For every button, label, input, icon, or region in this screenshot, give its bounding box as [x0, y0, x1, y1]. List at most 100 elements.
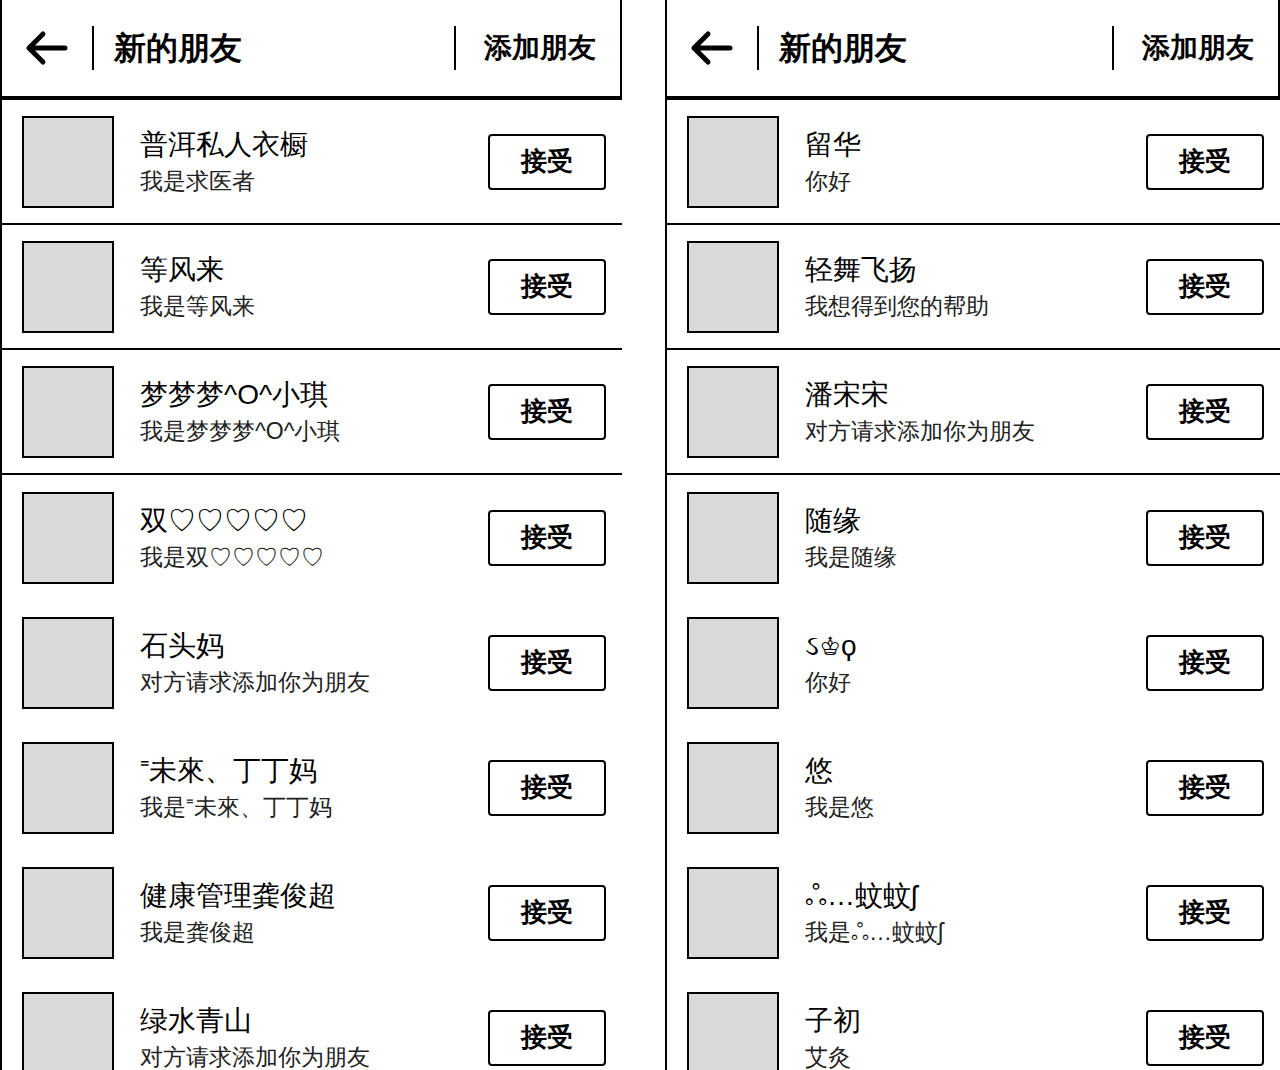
request-message: 你好 [805, 669, 1146, 697]
accept-button[interactable]: 接受 [1146, 134, 1264, 190]
avatar [687, 867, 779, 959]
request-list: 留华你好接受轻舞飞扬我想得到您的帮助接受潘宋宋对方请求添加你为朋友接受随缘我是随… [667, 100, 1280, 1070]
accept-button[interactable]: 接受 [488, 510, 606, 566]
accept-button[interactable]: 接受 [488, 1010, 606, 1066]
request-message: 艾灸 [805, 1044, 1146, 1070]
divider [454, 26, 456, 70]
phone-screen: 新的朋友添加朋友普洱私人衣橱我是求医者接受等风来我是等风来接受梦梦梦^O^小琪我… [0, 0, 622, 1070]
request-message: 我是求医者 [140, 168, 488, 196]
avatar [687, 742, 779, 834]
request-row: 石头妈对方请求添加你为朋友接受 [2, 600, 622, 725]
request-message: 对方请求添加你为朋友 [140, 669, 488, 697]
request-row: 健康管理龚俊超我是龚俊超接受 [2, 850, 622, 975]
avatar [687, 617, 779, 709]
request-row: 梦梦梦^O^小琪我是梦梦梦^O^小琪接受 [2, 350, 622, 475]
avatar [22, 241, 114, 333]
accept-button[interactable]: 接受 [1146, 760, 1264, 816]
accept-button[interactable]: 接受 [1146, 635, 1264, 691]
accept-button[interactable]: 接受 [1146, 885, 1264, 941]
request-text: ઽ♔ϙ你好 [805, 629, 1146, 696]
avatar [22, 992, 114, 1070]
avatar [687, 116, 779, 208]
friend-name: 双♡♡♡♡♡ [140, 504, 488, 538]
request-message: 对方请求添加你为朋友 [805, 418, 1146, 446]
request-text: 等风来我是等风来 [140, 253, 488, 320]
request-message: 我是随缘 [805, 544, 1146, 572]
request-row: 子初艾灸接受 [667, 975, 1280, 1070]
friend-name: 梦梦梦^O^小琪 [140, 378, 488, 412]
friend-name: 随缘 [805, 504, 1146, 538]
friend-name: ⁼未來、丁丁妈 [140, 754, 488, 788]
request-row: ஃ…蚊蚊ʃ我是ஃ…蚊蚊ʃ接受 [667, 850, 1280, 975]
request-text: ஃ…蚊蚊ʃ我是ஃ…蚊蚊ʃ [805, 879, 1146, 946]
friend-name: 潘宋宋 [805, 378, 1146, 412]
friend-name: 绿水青山 [140, 1004, 488, 1038]
request-text: 石头妈对方请求添加你为朋友 [140, 629, 488, 696]
request-row: 随缘我是随缘接受 [667, 475, 1280, 600]
accept-button[interactable]: 接受 [1146, 259, 1264, 315]
accept-button[interactable]: 接受 [488, 885, 606, 941]
request-text: 留华你好 [805, 128, 1146, 195]
request-text: 子初艾灸 [805, 1004, 1146, 1070]
header-title: 新的朋友 [114, 29, 242, 67]
request-text: 绿水青山对方请求添加你为朋友 [140, 1004, 488, 1070]
request-message: 我是梦梦梦^O^小琪 [140, 418, 488, 446]
screens: 新的朋友添加朋友普洱私人衣橱我是求医者接受等风来我是等风来接受梦梦梦^O^小琪我… [0, 0, 1280, 1070]
back-arrow-icon[interactable] [24, 28, 70, 68]
request-row: 普洱私人衣橱我是求医者接受 [2, 100, 622, 225]
request-row: 轻舞飞扬我想得到您的帮助接受 [667, 225, 1280, 350]
header-bar: 新的朋友 添加朋友 [2, 0, 622, 100]
divider [1112, 26, 1114, 70]
header-title: 新的朋友 [779, 29, 907, 67]
request-row: 潘宋宋对方请求添加你为朋友接受 [667, 350, 1280, 475]
avatar [687, 492, 779, 584]
divider [92, 26, 94, 70]
request-row: ⁼未來、丁丁妈我是⁼未來、丁丁妈接受 [2, 725, 622, 850]
accept-button[interactable]: 接受 [488, 760, 606, 816]
header-bar: 新的朋友 添加朋友 [667, 0, 1280, 100]
friend-name: 留华 [805, 128, 1146, 162]
request-text: 普洱私人衣橱我是求医者 [140, 128, 488, 195]
back-arrow-icon[interactable] [689, 28, 735, 68]
divider [757, 26, 759, 70]
request-text: 潘宋宋对方请求添加你为朋友 [805, 378, 1146, 445]
request-row: 绿水青山对方请求添加你为朋友接受 [2, 975, 622, 1070]
request-message: 你好 [805, 168, 1146, 196]
avatar [22, 116, 114, 208]
request-row: 双♡♡♡♡♡ 我是双♡♡♡♡♡接受 [2, 475, 622, 600]
friend-name: ஃ…蚊蚊ʃ [805, 879, 1146, 913]
accept-button[interactable]: 接受 [1146, 1010, 1264, 1066]
accept-button[interactable]: 接受 [1146, 510, 1264, 566]
avatar [22, 867, 114, 959]
friend-name: 等风来 [140, 253, 488, 287]
request-row: 悠我是悠接受 [667, 725, 1280, 850]
request-text: 轻舞飞扬我想得到您的帮助 [805, 253, 1146, 320]
request-text: 双♡♡♡♡♡ 我是双♡♡♡♡♡ [140, 504, 488, 571]
friend-name: 子初 [805, 1004, 1146, 1038]
avatar [687, 366, 779, 458]
friend-name: 普洱私人衣橱 [140, 128, 488, 162]
request-row: 等风来我是等风来接受 [2, 225, 622, 350]
avatar [22, 617, 114, 709]
friend-name: 轻舞飞扬 [805, 253, 1146, 287]
avatar [687, 992, 779, 1070]
accept-button[interactable]: 接受 [488, 259, 606, 315]
add-friend-button[interactable]: 添加朋友 [1142, 31, 1254, 65]
request-text: 悠我是悠 [805, 754, 1146, 821]
avatar [687, 241, 779, 333]
avatar [22, 366, 114, 458]
accept-button[interactable]: 接受 [488, 384, 606, 440]
request-message: 我想得到您的帮助 [805, 293, 1146, 321]
avatar [22, 492, 114, 584]
avatar [22, 742, 114, 834]
request-text: 随缘我是随缘 [805, 504, 1146, 571]
request-message: 我是双♡♡♡♡♡ [140, 544, 488, 572]
friend-name: 健康管理龚俊超 [140, 879, 488, 913]
accept-button[interactable]: 接受 [488, 635, 606, 691]
accept-button[interactable]: 接受 [488, 134, 606, 190]
request-row: 留华你好接受 [667, 100, 1280, 225]
request-message: 我是⁼未來、丁丁妈 [140, 794, 488, 822]
accept-button[interactable]: 接受 [1146, 384, 1264, 440]
add-friend-button[interactable]: 添加朋友 [484, 31, 596, 65]
request-text: ⁼未來、丁丁妈我是⁼未來、丁丁妈 [140, 754, 488, 821]
